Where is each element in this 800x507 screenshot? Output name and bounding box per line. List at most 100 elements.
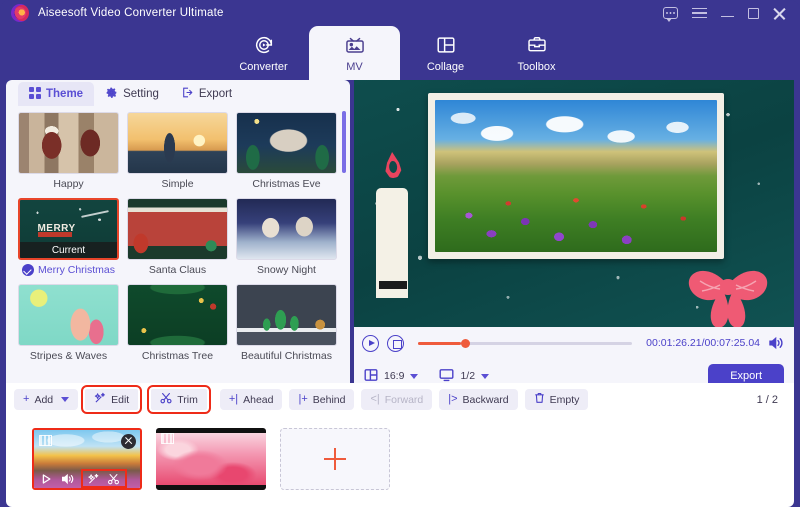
plus-icon: + xyxy=(23,393,30,405)
clip-toolbar: + Add Edit Trim +| Ahead |+ Behind <| Fo… xyxy=(6,383,794,416)
app-logo-icon xyxy=(11,4,29,22)
ahead-button[interactable]: +| Ahead xyxy=(219,389,283,410)
close-icon[interactable] xyxy=(773,7,786,20)
add-button[interactable]: + Add xyxy=(14,389,79,410)
nav-tab-collage[interactable]: Collage xyxy=(400,26,491,80)
theme-item-snowy-night[interactable]: Snowy Night xyxy=(236,198,337,276)
menu-icon[interactable] xyxy=(692,7,707,19)
content-area: Theme Setting Export Happy Simple Christ… xyxy=(0,80,800,507)
grid-icon xyxy=(29,86,41,102)
candle-decoration xyxy=(376,188,408,298)
chevron-down-icon[interactable] xyxy=(61,397,70,402)
video-preview[interactable] xyxy=(354,80,794,327)
clip-edit-trim-highlight xyxy=(81,469,127,488)
chevron-down-icon[interactable] xyxy=(481,373,490,379)
split-control[interactable]: 1/2 xyxy=(439,368,490,385)
theme-item-simple[interactable]: Simple xyxy=(127,112,228,190)
behind-button-label: Behind xyxy=(312,393,346,406)
backward-button[interactable]: |> Backward xyxy=(439,389,518,410)
theme-item-merry-christmas[interactable]: MERRY Current Merry Christmas xyxy=(18,198,119,276)
scrollbar-thumb[interactable] xyxy=(342,111,346,173)
page-indicator: 1 / 2 xyxy=(756,393,778,406)
filmstrip-icon xyxy=(161,432,174,444)
gear-icon xyxy=(105,86,118,102)
aspect-ratio-value: 16:9 xyxy=(384,370,405,382)
theme-thumbnail xyxy=(18,112,119,174)
play-button[interactable] xyxy=(362,334,379,352)
clip-tool-overlay xyxy=(34,469,140,488)
forward-icon: <| xyxy=(370,393,380,405)
check-circle-icon xyxy=(21,264,34,276)
sub-tab-setting[interactable]: Setting xyxy=(94,82,170,106)
clip-magic-wand-icon[interactable] xyxy=(87,472,101,485)
volume-icon[interactable] xyxy=(768,336,784,350)
theme-item-beautiful-christmas[interactable]: Beautiful Christmas xyxy=(236,284,337,362)
clip-play-icon[interactable] xyxy=(40,472,54,485)
timeline-clip-2[interactable] xyxy=(156,427,266,490)
theme-thumbnail: MERRY Current xyxy=(18,198,119,260)
bow-decoration xyxy=(676,243,780,327)
feedback-icon[interactable] xyxy=(663,7,678,22)
remove-clip-button[interactable] xyxy=(121,433,136,449)
theme-item-stripes-waves[interactable]: Stripes & Waves xyxy=(18,284,119,362)
behind-button[interactable]: |+ Behind xyxy=(289,389,355,410)
sub-tab-export-label: Export xyxy=(198,88,233,100)
ahead-button-label: Ahead xyxy=(243,393,274,406)
nav-tab-converter[interactable]: Converter xyxy=(218,26,309,80)
add-button-label: Add xyxy=(34,393,54,406)
trim-button[interactable]: Trim xyxy=(147,385,211,414)
add-clip-placeholder[interactable] xyxy=(280,427,390,490)
plus-icon xyxy=(324,447,346,470)
nav-tab-collage-label: Collage xyxy=(426,60,465,73)
progress-slider[interactable] xyxy=(418,338,633,348)
theme-item-label: Simple xyxy=(161,178,194,190)
progress-knob[interactable] xyxy=(460,338,470,348)
converter-icon xyxy=(253,34,275,56)
clip-scissors-icon[interactable] xyxy=(107,472,121,485)
stop-button[interactable] xyxy=(387,334,404,352)
theme-item-christmas-tree[interactable]: Christmas Tree xyxy=(127,284,228,362)
trash-icon xyxy=(534,392,545,407)
chevron-down-icon[interactable] xyxy=(410,373,419,379)
theme-item-christmas-eve[interactable]: Christmas Eve xyxy=(236,112,337,190)
toolbox-icon xyxy=(526,34,548,56)
theme-thumbnail xyxy=(18,284,119,346)
theme-list: Happy Simple Christmas Eve MERRY Current… xyxy=(6,107,350,383)
theme-item-santa-claus[interactable]: Santa Claus xyxy=(127,198,228,276)
sub-tab-theme[interactable]: Theme xyxy=(18,82,95,106)
theme-item-label: Merry Christmas xyxy=(37,264,115,276)
move-behind-icon: |+ xyxy=(298,393,308,405)
theme-thumbnail xyxy=(127,284,228,346)
backward-icon: |> xyxy=(448,393,458,405)
theme-item-label-row: Merry Christmas xyxy=(18,264,119,276)
player-transport-row: 00:01:26.21/00:07:25.04 xyxy=(354,327,794,359)
aspect-ratio-control[interactable]: 16:9 xyxy=(364,368,419,385)
nav-tab-toolbox[interactable]: Toolbox xyxy=(491,26,582,80)
timeline-clip-1[interactable] xyxy=(32,427,142,490)
application-window: Aiseesoft Video Converter Ultimate Conve… xyxy=(0,0,800,507)
progress-fill xyxy=(418,341,461,345)
preview-photo xyxy=(435,100,717,252)
theme-thumbnail xyxy=(236,284,337,346)
forward-button-label: Forward xyxy=(384,393,424,406)
nav-tab-mv-label: MV xyxy=(346,60,363,73)
nav-tab-toolbox-label: Toolbox xyxy=(517,60,556,73)
title-bar: Aiseesoft Video Converter Ultimate xyxy=(0,0,800,26)
preview-photo-frame xyxy=(428,93,724,259)
theme-item-label: Stripes & Waves xyxy=(29,350,108,362)
theme-item-label: Christmas Eve xyxy=(252,178,321,190)
minimize-icon[interactable] xyxy=(721,10,734,17)
theme-item-happy[interactable]: Happy xyxy=(18,112,119,190)
monitor-icon xyxy=(439,368,454,385)
clip-volume-icon[interactable] xyxy=(61,472,75,485)
app-title: Aiseesoft Video Converter Ultimate xyxy=(38,7,224,19)
theme-thumbnail xyxy=(127,112,228,174)
edit-button[interactable]: Edit xyxy=(81,385,143,414)
timecode-label: 00:01:26.21/00:07:25.04 xyxy=(646,337,760,349)
theme-scrollbar[interactable] xyxy=(342,111,346,379)
maximize-icon[interactable] xyxy=(748,7,759,19)
empty-button[interactable]: Empty xyxy=(524,389,589,410)
mv-icon xyxy=(344,34,366,56)
nav-tab-mv[interactable]: MV xyxy=(309,26,400,80)
sub-tab-export[interactable]: Export xyxy=(170,82,243,106)
